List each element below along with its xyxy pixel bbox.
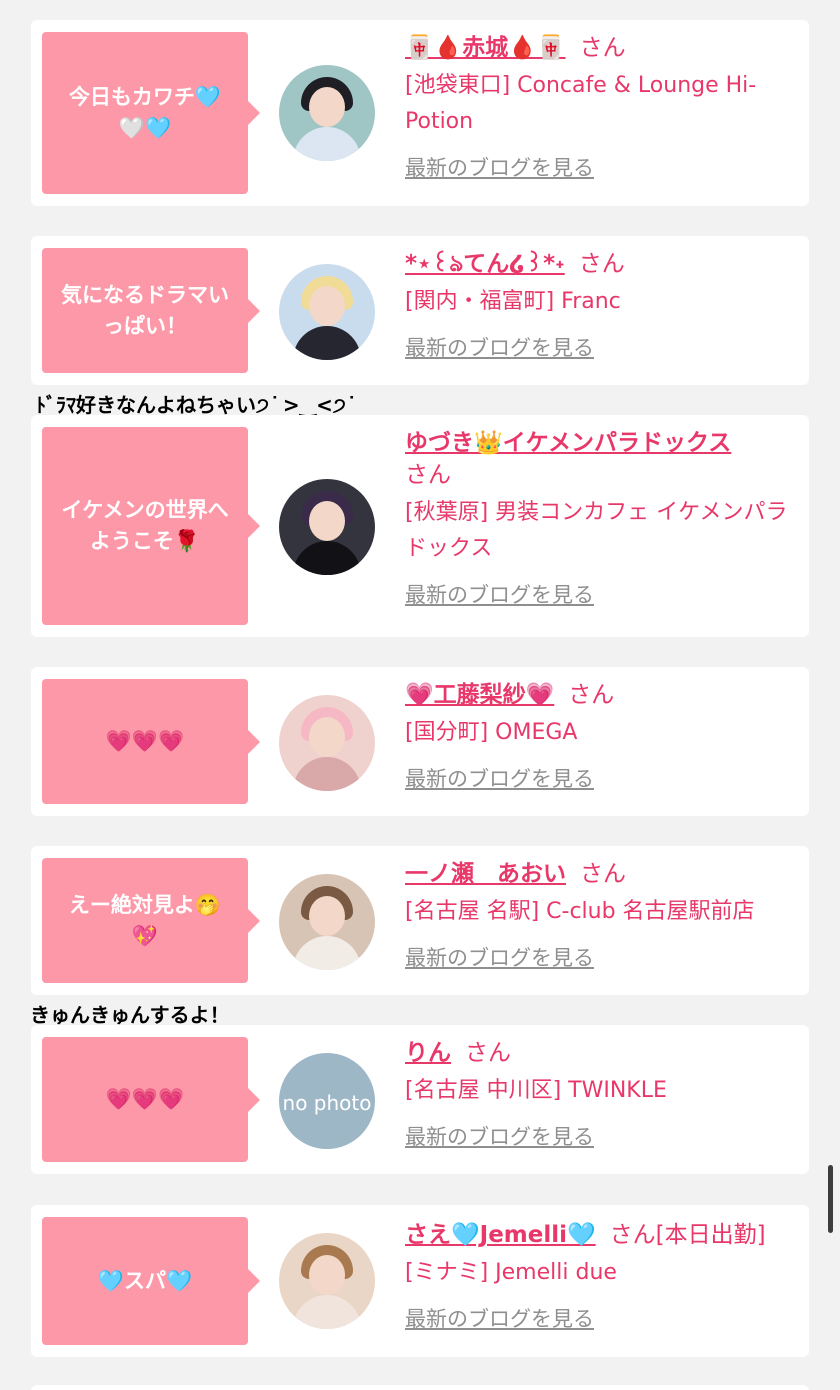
user-caption: ﾄﾞﾗﾏ好きなんよねちゃい੭ ͘ >‿<੭ ͘ (36, 393, 353, 417)
avatar-body-shape (293, 757, 361, 791)
latest-blog-link[interactable]: 最新のブログを見る (405, 1121, 594, 1151)
user-caption: きゅんきゅんするよ！ (30, 1003, 230, 1027)
cast-info: 一ノ瀬 あおい さん [名古屋 名駅] C-club 名古屋駅前店 最新のブログを… (405, 858, 795, 972)
latest-blog-link[interactable]: 最新のブログを見る (405, 1303, 594, 1333)
avatar-face-shape (309, 717, 345, 757)
avatar-body-shape (293, 1295, 361, 1329)
honorific: さん (579, 35, 626, 61)
scrollbar[interactable] (828, 1165, 833, 1233)
next-blog-card (31, 1385, 809, 1390)
latest-blog-link[interactable]: 最新のブログを見る (405, 763, 594, 793)
honorific: さん (465, 1040, 511, 1066)
latest-blog-link[interactable]: 最新のブログを見る (405, 332, 594, 362)
shop-name: [名古屋 名駅] C-club 名古屋駅前店 (405, 899, 755, 924)
cast-name-link[interactable]: 🀄🩸赤城🩸🀄 (405, 35, 566, 61)
blog-card: 💗💗💗 💗工藤梨紗💗 さん [国分町] OMEGA 最新のブログを見る (31, 667, 809, 816)
avatar[interactable] (279, 264, 375, 360)
honorific: さん (568, 682, 615, 708)
honorific: さん (578, 251, 625, 277)
comment-bubble: 今日もカワチ🩵 🤍🩵 (42, 32, 260, 194)
avatar[interactable] (279, 695, 375, 791)
cast-info: ゆづき👑イケメンパラドックス さん [秋葉原] 男装コンカフェ イケメンパラドック… (405, 427, 795, 609)
cast-name-link[interactable]: さえ🩵Jemelli🩵 (405, 1222, 596, 1248)
avatar-body-shape (293, 541, 361, 575)
comment-bubble: 💗💗💗 (42, 679, 260, 804)
cast-info: 🀄🩸赤城🩸🀄 さん [池袋東口] Concafe & Lounge Hi-Poti… (405, 32, 795, 182)
avatar-face-shape (309, 87, 345, 127)
shop-name: [ミナミ] Jemelli due (405, 1260, 617, 1285)
blog-card: 今日もカワチ🩵 🤍🩵 🀄🩸赤城🩸🀄 さん [池袋東口] Concafe & Lou… (31, 20, 809, 206)
cast-info: 💗工藤梨紗💗 さん [国分町] OMEGA 最新のブログを見る (405, 679, 795, 793)
latest-blog-link[interactable]: 最新のブログを見る (405, 579, 594, 609)
comment-bubble: えー絶対見よ🤭 💖 (42, 858, 260, 983)
shop-name: [国分町] OMEGA (405, 720, 578, 745)
avatar-face-shape (309, 1255, 345, 1295)
avatar-body-shape (293, 936, 361, 970)
name-line: ゆづき👑イケメンパラドックス さん (405, 427, 795, 491)
shop-name: [名古屋 中川区] TWINKLE (405, 1078, 667, 1103)
cast-name-link[interactable]: ゆづき👑イケメンパラドックス (405, 430, 731, 456)
avatar[interactable]: no photo (279, 1053, 375, 1149)
avatar[interactable] (279, 65, 375, 161)
avatar-face-shape (309, 286, 345, 326)
latest-blog-link[interactable]: 最新のブログを見る (405, 942, 594, 972)
avatar[interactable] (279, 874, 375, 970)
avatar-face-shape (309, 501, 345, 541)
avatar-body-shape (293, 127, 361, 161)
blog-card: イケメンの世界へ ようこそ🌹 ゆづき👑イケメンパラドックス さん [秋葉原] 男装… (31, 415, 809, 637)
cast-name-link[interactable]: 一ノ瀬 あおい (405, 861, 566, 887)
name-line: 💗工藤梨紗💗 さん (405, 679, 795, 711)
blog-card: えー絶対見よ🤭 💖 一ノ瀬 あおい さん [名古屋 名駅] C-club 名古屋駅… (31, 846, 809, 995)
avatar-body-shape (293, 326, 361, 360)
shop-name: [池袋東口] Concafe & Lounge Hi-Potion (405, 73, 757, 134)
no-photo-label: no photo (282, 1091, 372, 1115)
comment-bubble: イケメンの世界へ ようこそ🌹 (42, 427, 260, 625)
latest-blog-link[interactable]: 最新のブログを見る (405, 152, 594, 182)
honorific: さん (580, 861, 626, 887)
working-today-status: [本日出勤] (655, 1222, 766, 1248)
cast-name-link[interactable]: 💗工藤梨紗💗 (405, 682, 554, 708)
comment-bubble: 🩵スパ🩵 (42, 1217, 260, 1345)
cast-info: *⋆꒰ঌてん໒꒱*˖ さん [関内・福富町] Franc 最新のブログを見る (405, 248, 795, 362)
name-line: りん さん (405, 1037, 795, 1069)
blog-card: 🩵スパ🩵 さえ🩵Jemelli🩵 さん[本日出勤] [ミナミ] Jemelli d… (31, 1205, 809, 1357)
name-line: 一ノ瀬 あおい さん (405, 858, 795, 890)
avatar[interactable] (279, 1233, 375, 1329)
name-line: さえ🩵Jemelli🩵 さん[本日出勤] (405, 1219, 795, 1251)
cast-info: りん さん [名古屋 中川区] TWINKLE 最新のブログを見る (405, 1037, 795, 1151)
name-line: *⋆꒰ঌてん໒꒱*˖ さん (405, 248, 795, 280)
name-line: 🀄🩸赤城🩸🀄 さん (405, 32, 795, 64)
shop-name: [関内・福富町] Franc (405, 289, 621, 314)
avatar[interactable] (279, 479, 375, 575)
comment-bubble: 💗💗💗 (42, 1037, 260, 1162)
cast-name-link[interactable]: りん (405, 1040, 451, 1066)
blog-card: 気になるドラマい っぱい！ *⋆꒰ঌてん໒꒱*˖ さん [関内・福富町] Fran… (31, 236, 809, 385)
honorific: さん (609, 1222, 656, 1248)
cast-info: さえ🩵Jemelli🩵 さん[本日出勤] [ミナミ] Jemelli due 最新… (405, 1219, 795, 1333)
comment-bubble: 気になるドラマい っぱい！ (42, 248, 260, 373)
honorific: さん (405, 462, 451, 488)
cast-name-link[interactable]: *⋆꒰ঌてん໒꒱*˖ (405, 251, 565, 277)
shop-name: [秋葉原] 男装コンカフェ イケメンパラドックス (405, 500, 788, 561)
blog-card: 💗💗💗 no photo りん さん [名古屋 中川区] TWINKLE 最新のブ… (31, 1025, 809, 1174)
avatar-face-shape (309, 896, 345, 936)
